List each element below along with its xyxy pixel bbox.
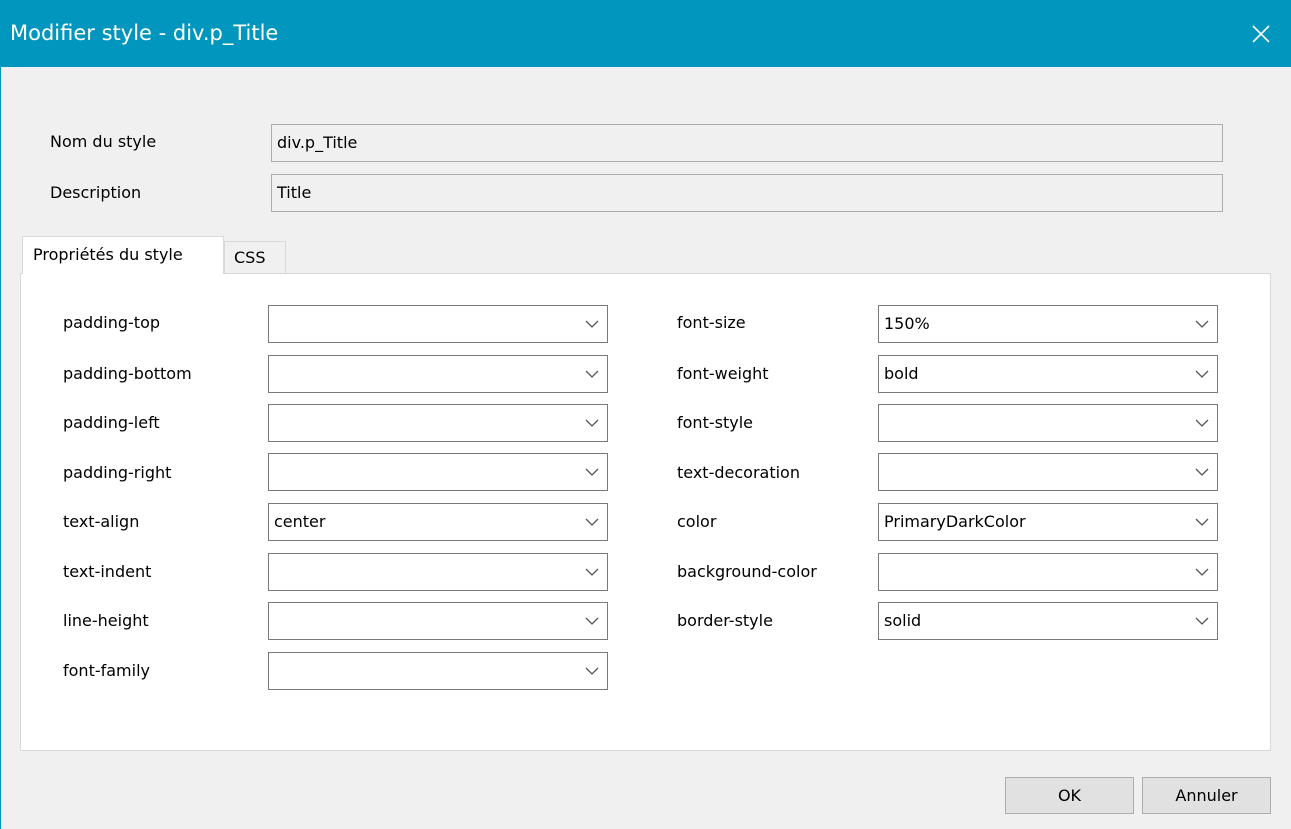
description-label: Description [50, 183, 142, 202]
property-label: font-size [677, 313, 746, 332]
chevron-down-icon [1195, 518, 1209, 526]
tab-style-properties-label: Propriétés du style [33, 245, 183, 264]
property-label: font-weight [677, 364, 769, 383]
style-name-field[interactable]: div.p_Title [271, 124, 1223, 162]
ok-button[interactable]: OK [1005, 777, 1134, 814]
close-icon [1252, 24, 1270, 43]
select-value: 150% [884, 314, 930, 333]
text-decoration-select[interactable] [878, 453, 1218, 491]
padding-right-select[interactable] [268, 453, 608, 491]
property-label: text-indent [63, 562, 152, 581]
property-label: line-height [63, 611, 149, 630]
chevron-down-icon [1195, 320, 1209, 328]
property-label: font-family [63, 661, 150, 680]
property-label: padding-top [63, 313, 161, 332]
dialog-title: Modifier style - div.p_Title [10, 21, 279, 45]
chevron-down-icon [1195, 468, 1209, 476]
property-label: border-style [677, 611, 773, 630]
color-select[interactable]: PrimaryDarkColor [878, 503, 1218, 541]
tab-css[interactable]: CSS [224, 241, 286, 273]
style-name-label: Nom du style [50, 132, 157, 151]
font-family-select[interactable] [268, 652, 608, 690]
border-style-select[interactable]: solid [878, 602, 1218, 640]
property-label: background-color [677, 562, 817, 581]
title-bar: Modifier style - div.p_Title [0, 0, 1291, 67]
chevron-down-icon [585, 518, 599, 526]
background-color-select[interactable] [878, 553, 1218, 591]
font-weight-select[interactable]: bold [878, 355, 1218, 393]
chevron-down-icon [1195, 370, 1209, 378]
chevron-down-icon [585, 370, 599, 378]
select-value: bold [884, 364, 919, 383]
font-size-select[interactable]: 150% [878, 305, 1218, 343]
padding-bottom-select[interactable] [268, 355, 608, 393]
select-value: center [274, 512, 326, 531]
chevron-down-icon [585, 419, 599, 427]
window-border [0, 67, 1, 829]
tab-css-label: CSS [234, 248, 266, 267]
select-value: solid [884, 611, 922, 630]
chevron-down-icon [585, 468, 599, 476]
select-value: PrimaryDarkColor [884, 512, 1026, 531]
description-field[interactable]: Title [271, 174, 1223, 212]
chevron-down-icon [585, 667, 599, 675]
property-label: text-decoration [677, 463, 800, 482]
property-label: font-style [677, 413, 753, 432]
text-align-select[interactable]: center [268, 503, 608, 541]
chevron-down-icon [585, 320, 599, 328]
close-button[interactable] [1231, 0, 1291, 67]
property-label: text-align [63, 512, 140, 531]
property-label: color [677, 512, 717, 531]
padding-left-select[interactable] [268, 404, 608, 442]
property-label: padding-right [63, 463, 172, 482]
cancel-button[interactable]: Annuler [1142, 777, 1271, 814]
chevron-down-icon [585, 568, 599, 576]
font-style-select[interactable] [878, 404, 1218, 442]
tab-style-properties[interactable]: Propriétés du style [22, 236, 224, 274]
padding-top-select[interactable] [268, 305, 608, 343]
property-label: padding-bottom [63, 364, 192, 383]
property-label: padding-left [63, 413, 160, 432]
chevron-down-icon [1195, 568, 1209, 576]
chevron-down-icon [585, 617, 599, 625]
chevron-down-icon [1195, 419, 1209, 427]
text-indent-select[interactable] [268, 553, 608, 591]
chevron-down-icon [1195, 617, 1209, 625]
line-height-select[interactable] [268, 602, 608, 640]
